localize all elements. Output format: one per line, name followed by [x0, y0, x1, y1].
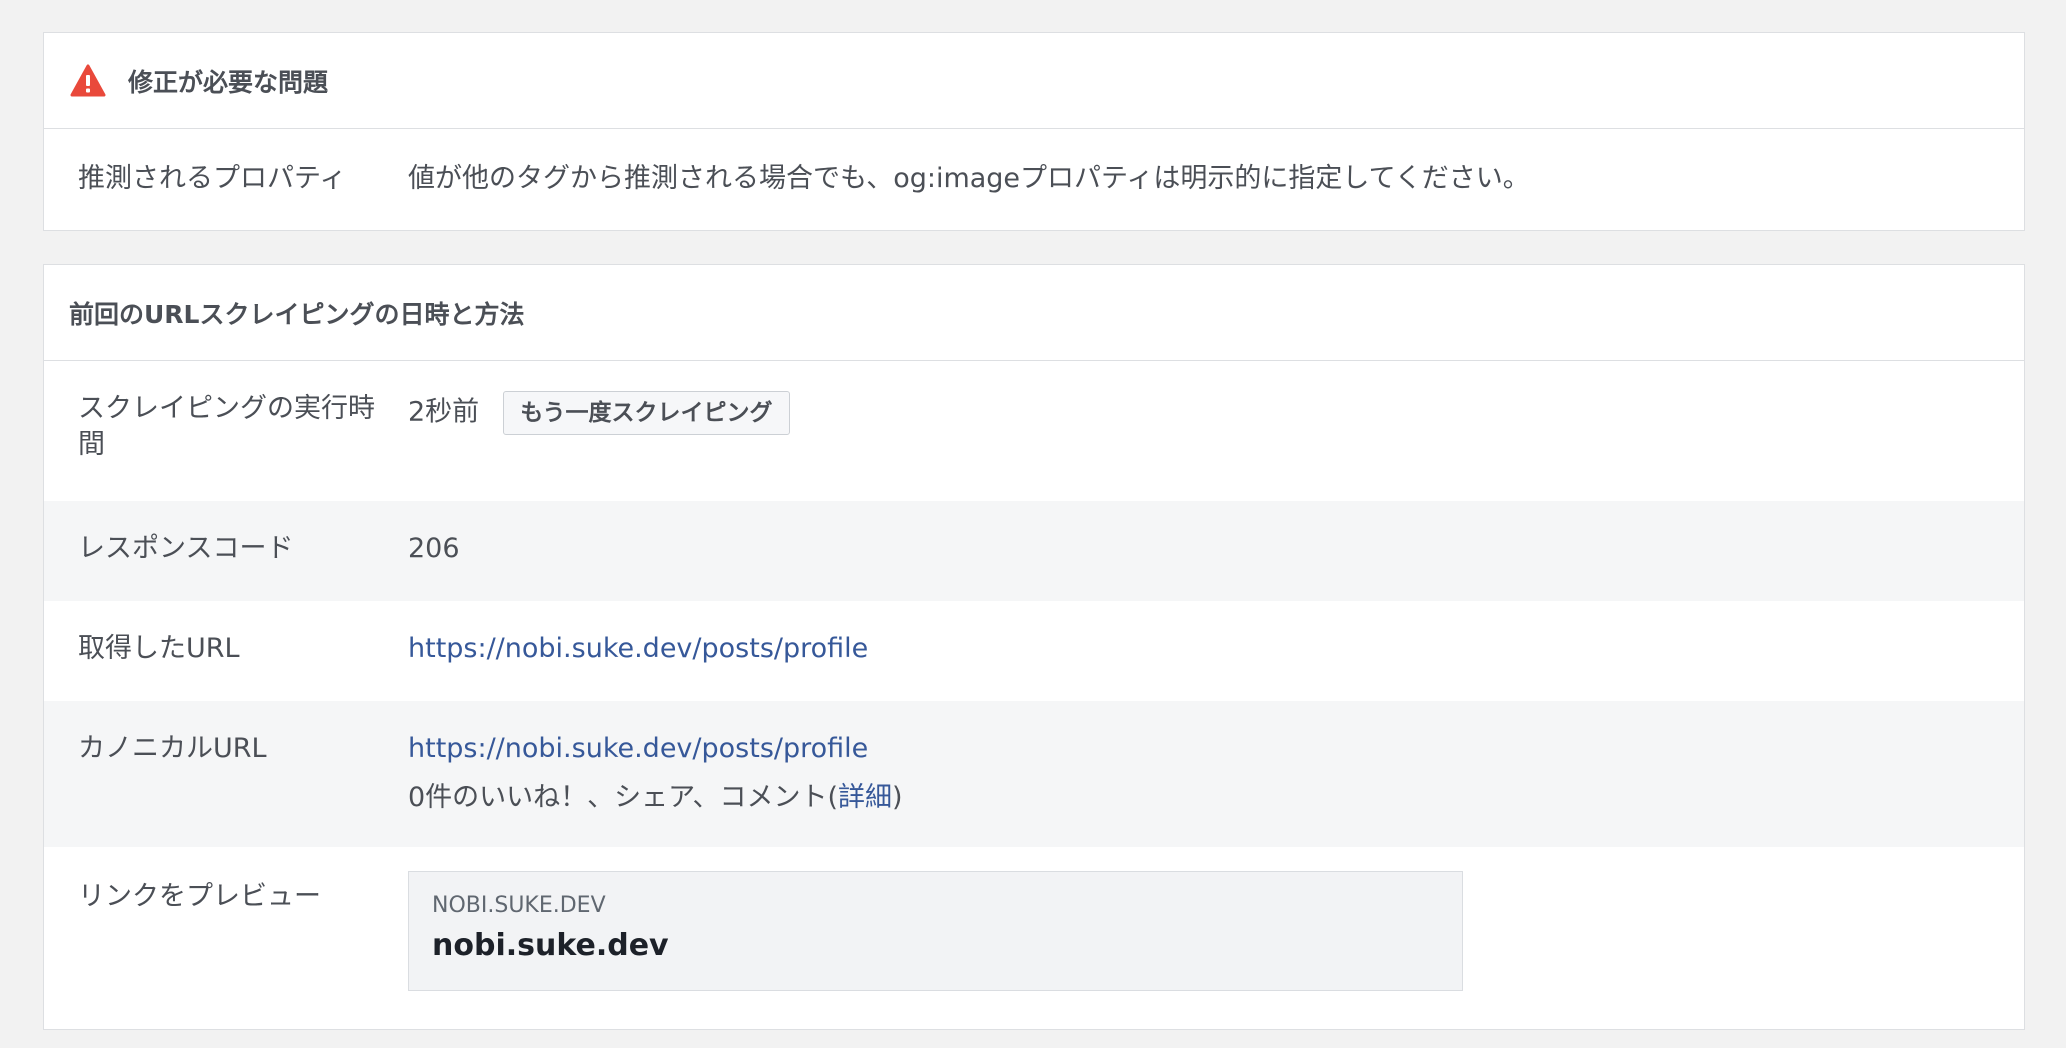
scrape-time-value: 2秒前: [408, 396, 480, 428]
issues-panel: 修正が必要な問題 推測されるプロパティ 値が他のタグから推測される場合でも、og…: [43, 32, 2025, 231]
canonical-url-link[interactable]: https://nobi.suke.dev/posts/profile: [408, 733, 868, 764]
details-link[interactable]: 詳細: [838, 782, 892, 813]
scrape-header: 前回のURLスクレイピングの日時と方法: [44, 265, 2024, 361]
inferred-property-row: 推測されるプロパティ 値が他のタグから推測される場合でも、og:imageプロパ…: [44, 129, 2024, 230]
scrape-time-value-wrap: 2秒前 もう一度スクレイピング: [408, 391, 790, 435]
engagement-line: 0件のいいね！、シェア、コメント(詳細): [408, 780, 903, 816]
scrape-time-row: スクレイピングの実行時間 2秒前 もう一度スクレイピング: [44, 361, 2024, 501]
engagement-close: ): [892, 782, 903, 813]
issues-header: 修正が必要な問題: [44, 33, 2024, 129]
preview-domain: NOBI.SUKE.DEV: [432, 893, 606, 918]
scrape-panel: 前回のURLスクレイピングの日時と方法 スクレイピングの実行時間 2秒前 もう一度…: [43, 264, 2025, 1030]
link-preview-label: リンクをプレビュー: [78, 881, 321, 912]
scrape-time-label: スクレイピングの実行時間: [78, 393, 375, 460]
canonical-url-row: カノニカルURL https://nobi.suke.dev/posts/pro…: [44, 701, 2024, 847]
fetched-url-label: 取得したURL: [78, 633, 240, 664]
rescrape-button[interactable]: もう一度スクレイピング: [503, 391, 790, 435]
warning-icon: [70, 64, 106, 96]
response-code-label: レスポンスコード: [78, 533, 294, 564]
fetched-url-link[interactable]: https://nobi.suke.dev/posts/profile: [408, 633, 868, 664]
preview-title: nobi.suke.dev: [432, 928, 669, 963]
link-preview-row: リンクをプレビュー NOBI.SUKE.DEV nobi.suke.dev: [44, 847, 2024, 1029]
fetched-url-row: 取得したURL https://nobi.suke.dev/posts/prof…: [44, 601, 2024, 701]
canonical-url-label: カノニカルURL: [78, 733, 267, 764]
inferred-property-value: 値が他のタグから推測される場合でも、og:imageプロパティは明示的に指定して…: [408, 163, 1530, 194]
link-preview-card[interactable]: NOBI.SUKE.DEV nobi.suke.dev: [408, 871, 1463, 991]
issues-title: 修正が必要な問題: [128, 67, 329, 97]
canonical-url-value: https://nobi.suke.dev/posts/profile 0件のい…: [408, 731, 903, 816]
scrape-title: 前回のURLスクレイピングの日時と方法: [69, 299, 525, 329]
response-code-row: レスポンスコード 206: [44, 501, 2024, 601]
response-code-value: 206: [408, 533, 460, 564]
inferred-property-label: 推測されるプロパティ: [78, 163, 347, 194]
engagement-text: 0件のいいね！、シェア、コメント(: [408, 782, 839, 813]
